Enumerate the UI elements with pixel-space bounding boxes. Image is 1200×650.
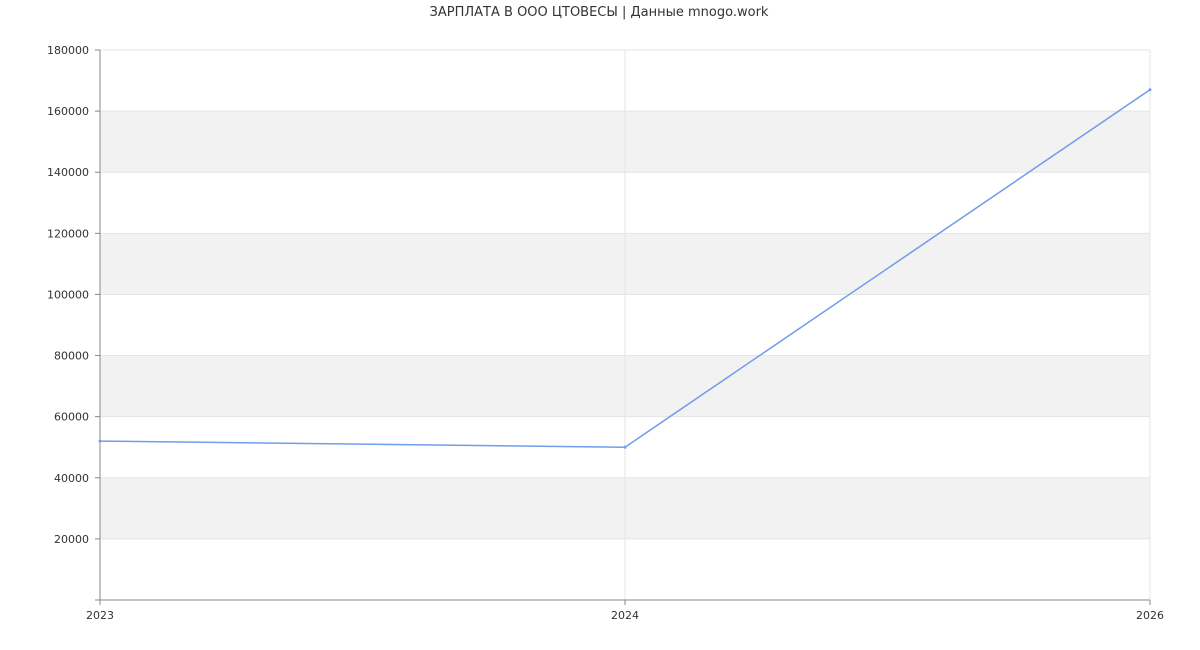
y-tick-label: 80000: [54, 350, 89, 363]
chart-container: 20000 40000 60000 80000 100000 120000 140000 16…: [0, 0, 1200, 650]
data-point: [98, 439, 102, 443]
data-point: [623, 445, 627, 449]
y-tick-label: 180000: [47, 44, 89, 57]
data-point: [1148, 88, 1152, 92]
chart-title: ЗАРПЛАТА В ООО ЦТОВЕСЫ | Данные mnogo.wo…: [430, 5, 769, 20]
line-chart: 20000 40000 60000 80000 100000 120000 140000 16…: [47, 5, 1164, 622]
y-tick-label: 20000: [54, 533, 89, 546]
x-tick-label: 2026: [1136, 609, 1164, 622]
y-tick-label: 120000: [47, 227, 89, 240]
x-tick-label: 2024: [611, 609, 639, 622]
y-tick-label: 160000: [47, 105, 89, 118]
y-tick-label: 100000: [47, 288, 89, 301]
y-tick-label: 40000: [54, 472, 89, 485]
y-tick-label: 60000: [54, 411, 89, 424]
x-tick-label: 2023: [86, 609, 114, 622]
y-tick-label: 140000: [47, 166, 89, 179]
